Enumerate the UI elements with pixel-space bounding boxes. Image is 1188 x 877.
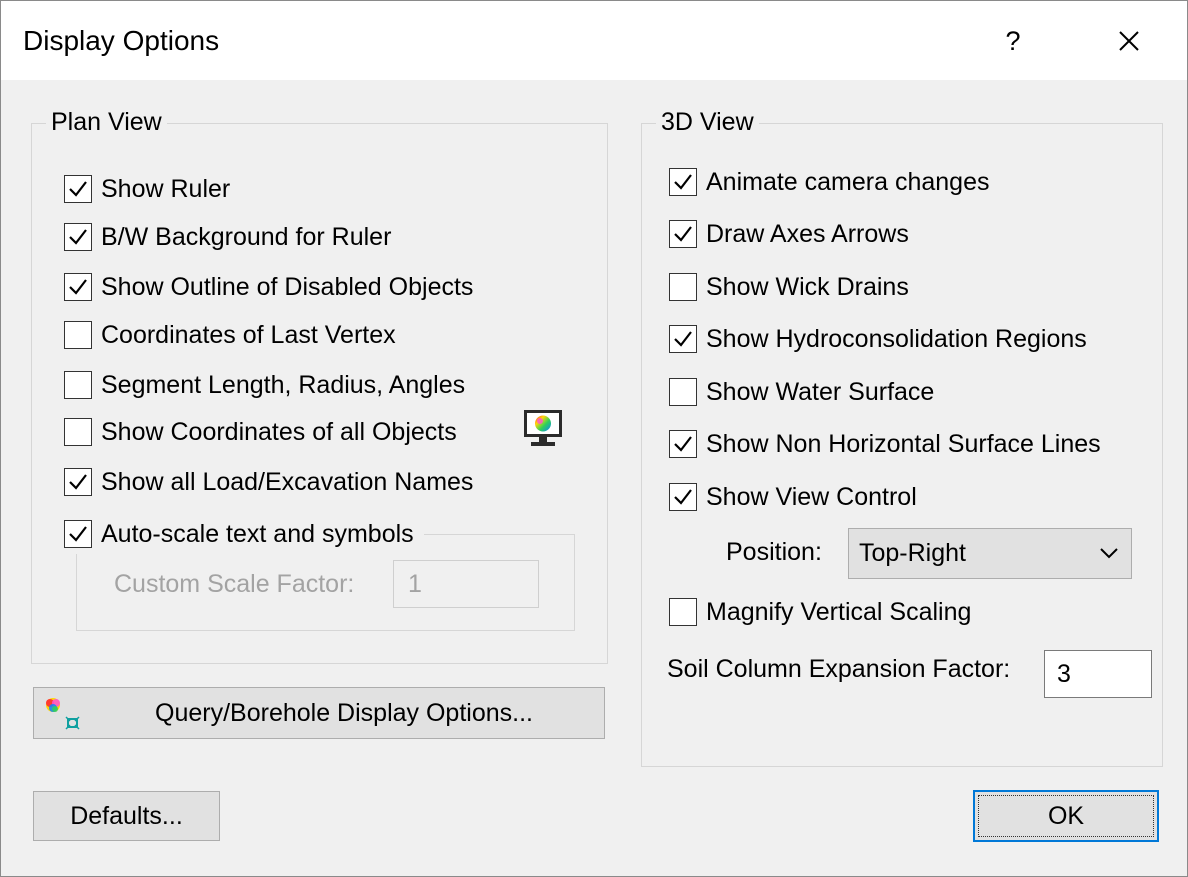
checkmark-icon xyxy=(69,279,87,295)
show-ruler-checkbox[interactable]: Show Ruler xyxy=(64,169,230,209)
ok-button[interactable]: OK xyxy=(973,790,1159,842)
checkmark-icon xyxy=(69,526,87,542)
checkmark-icon xyxy=(674,226,692,242)
checkbox-box[interactable] xyxy=(64,223,92,251)
checkbox-label: B/W Background for Ruler xyxy=(101,223,392,251)
water-surface-checkbox[interactable]: Show Water Surface xyxy=(669,372,934,412)
focus-rect xyxy=(978,795,1154,837)
checkbox-box[interactable] xyxy=(64,175,92,203)
show-coordinates-checkbox[interactable]: Show Coordinates of all Objects xyxy=(64,412,457,452)
checkmark-icon xyxy=(674,174,692,190)
soil-expansion-label: Soil Column Expansion Factor: xyxy=(667,655,1011,683)
checkbox-box[interactable] xyxy=(669,273,697,301)
auto-scale-checkbox[interactable]: Auto-scale text and symbols xyxy=(64,514,424,554)
segment-length-checkbox[interactable]: Segment Length, Radius, Angles xyxy=(64,365,465,405)
load-names-checkbox[interactable]: Show all Load/Excavation Names xyxy=(64,462,473,502)
checkbox-label: Show Outline of Disabled Objects xyxy=(101,273,474,301)
magnify-vertical-checkbox[interactable]: Magnify Vertical Scaling xyxy=(669,592,971,632)
checkmark-icon xyxy=(674,489,692,505)
color-monitor-icon[interactable] xyxy=(523,409,563,447)
checkbox-label: Show View Control xyxy=(706,483,917,511)
non-horizontal-lines-checkbox[interactable]: Show Non Horizontal Surface Lines xyxy=(669,424,1101,464)
query-borehole-label: Query/Borehole Display Options... xyxy=(155,698,533,727)
checkbox-label: Magnify Vertical Scaling xyxy=(706,598,972,626)
checkbox-label: Show Water Surface xyxy=(706,378,935,406)
checkbox-label: Draw Axes Arrows xyxy=(706,220,909,248)
checkbox-box[interactable] xyxy=(669,220,697,248)
checkbox-label: Coordinates of Last Vertex xyxy=(101,321,396,349)
wick-drains-checkbox[interactable]: Show Wick Drains xyxy=(669,267,909,307)
checkbox-box[interactable] xyxy=(64,273,92,301)
checkbox-box[interactable] xyxy=(64,520,92,548)
checkbox-label: Auto-scale text and symbols xyxy=(101,520,414,548)
view-control-checkbox[interactable]: Show View Control xyxy=(669,477,917,517)
checkbox-label: Show Wick Drains xyxy=(706,273,909,301)
checkbox-label: Show all Load/Excavation Names xyxy=(101,468,474,496)
last-vertex-checkbox[interactable]: Coordinates of Last Vertex xyxy=(64,315,396,355)
checkbox-label: Animate camera changes xyxy=(706,168,990,196)
defaults-button[interactable]: Defaults... xyxy=(33,791,220,841)
plan-view-title: Plan View xyxy=(46,106,167,138)
checkmark-icon xyxy=(69,474,87,490)
checkmark-icon xyxy=(674,436,692,452)
custom-scale-label: Custom Scale Factor: xyxy=(114,570,355,598)
checkbox-box[interactable] xyxy=(669,325,697,353)
checkmark-icon xyxy=(674,331,692,347)
checkbox-box[interactable] xyxy=(669,483,697,511)
window-title: Display Options xyxy=(23,25,220,56)
checkmark-icon xyxy=(69,229,87,245)
checkbox-label: Show Hydroconsolidation Regions xyxy=(706,325,1087,353)
position-label: Position: xyxy=(726,538,822,566)
checkbox-box[interactable] xyxy=(669,168,697,196)
title-bar: Display Options ? xyxy=(1,1,1187,80)
query-borehole-button[interactable]: Query/Borehole Display Options... xyxy=(33,687,605,739)
color-wheel-icon xyxy=(46,698,80,730)
defaults-label: Defaults... xyxy=(70,801,183,830)
position-select-value: Top-Right xyxy=(859,539,966,567)
checkbox-box[interactable] xyxy=(64,321,92,349)
close-button[interactable] xyxy=(1105,19,1153,63)
display-options-dialog: Display Options ? Plan View Show Ruler B… xyxy=(0,0,1188,877)
chevron-down-icon xyxy=(1100,548,1118,559)
position-select[interactable]: Top-Right xyxy=(848,528,1132,579)
checkmark-icon xyxy=(69,181,87,197)
checkbox-label: Segment Length, Radius, Angles xyxy=(101,371,466,399)
checkbox-box[interactable] xyxy=(669,378,697,406)
soil-expansion-input[interactable]: 3 xyxy=(1044,650,1152,698)
checkbox-box[interactable] xyxy=(64,468,92,496)
draw-axes-checkbox[interactable]: Draw Axes Arrows xyxy=(669,214,909,254)
checkbox-box[interactable] xyxy=(669,430,697,458)
3d-view-title: 3D View xyxy=(656,106,759,138)
close-icon xyxy=(1119,31,1139,51)
bw-background-checkbox[interactable]: B/W Background for Ruler xyxy=(64,217,391,257)
animate-camera-checkbox[interactable]: Animate camera changes xyxy=(669,162,989,202)
help-button[interactable]: ? xyxy=(991,19,1035,63)
checkbox-label: Show Non Horizontal Surface Lines xyxy=(706,430,1101,458)
show-outline-checkbox[interactable]: Show Outline of Disabled Objects xyxy=(64,267,473,307)
checkbox-label: Show Ruler xyxy=(101,175,231,203)
checkbox-box[interactable] xyxy=(64,371,92,399)
custom-scale-input[interactable]: 1 xyxy=(393,560,539,608)
checkbox-box[interactable] xyxy=(669,598,697,626)
hydroconsolidation-checkbox[interactable]: Show Hydroconsolidation Regions xyxy=(669,319,1087,359)
checkbox-label: Show Coordinates of all Objects xyxy=(101,418,457,446)
checkbox-box[interactable] xyxy=(64,418,92,446)
